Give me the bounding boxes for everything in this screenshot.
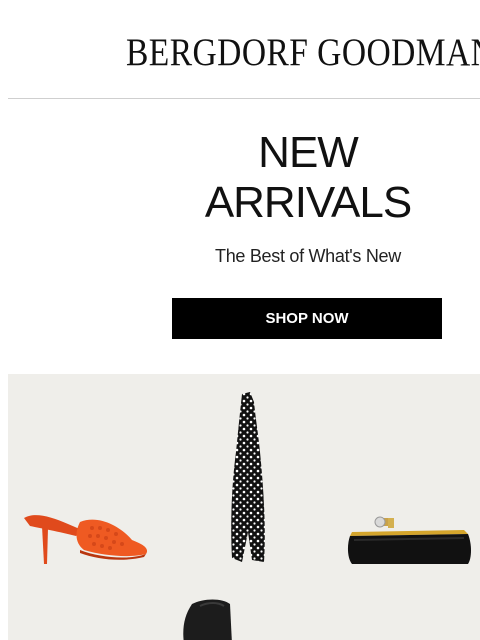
sandal-image[interactable] <box>20 510 150 570</box>
hero-subheadline: The Best of What's New <box>215 246 401 266</box>
hero-headline-line2: ARRIVALS <box>204 178 412 227</box>
header-divider <box>8 98 480 99</box>
hero-headline-line1: NEW <box>258 128 359 177</box>
brand-logo[interactable]: BERGDORF GOODMAN <box>126 30 480 76</box>
shop-now-button[interactable]: SHOP NOW <box>172 298 442 339</box>
boot-image[interactable] <box>174 598 244 640</box>
product-collage[interactable] <box>8 374 480 640</box>
clutch-image[interactable] <box>344 514 474 570</box>
dress-image[interactable] <box>228 392 268 564</box>
header: BERGDORF GOODMAN <box>0 0 480 98</box>
